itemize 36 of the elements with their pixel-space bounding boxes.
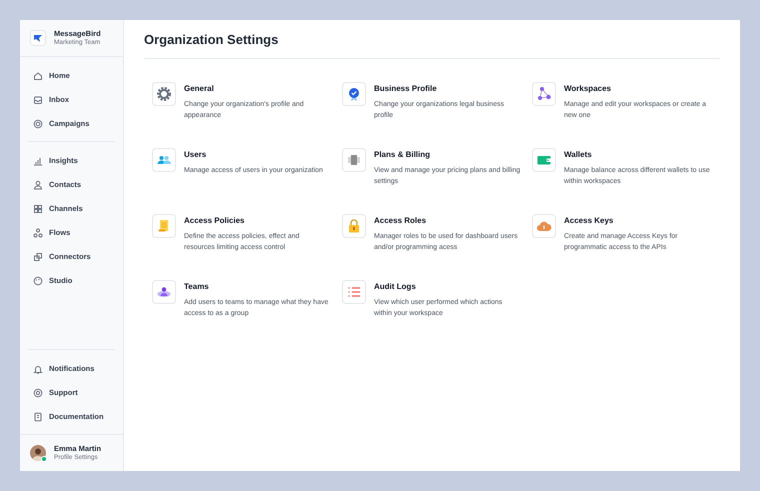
connector-icon	[33, 252, 43, 262]
support-icon	[33, 388, 43, 398]
grid-icon	[33, 204, 43, 214]
setting-title-link[interactable]: Access Keys	[564, 214, 712, 227]
verified-badge-icon	[342, 82, 366, 106]
scroll-icon	[152, 214, 176, 238]
setting-title-link[interactable]: Business Profile	[374, 82, 522, 95]
page-title: Organization Settings	[144, 20, 720, 59]
bell-icon	[33, 364, 43, 374]
bar-chart-icon	[33, 156, 43, 166]
users-icon	[152, 148, 176, 172]
setting-title-link[interactable]: Plans & Billing	[374, 148, 522, 161]
padlock-icon	[342, 214, 366, 238]
flow-icon	[33, 228, 43, 238]
card-stack-icon	[342, 148, 366, 172]
setting-title-link[interactable]: Wallets	[564, 148, 712, 161]
gear-icon	[152, 82, 176, 106]
nodes-icon	[532, 82, 556, 106]
setting-title-link[interactable]: Audit Logs	[374, 280, 522, 293]
team-icon	[152, 280, 176, 304]
setting-title-link[interactable]: Access Roles	[374, 214, 522, 227]
target-icon	[33, 119, 43, 129]
setting-title-link[interactable]: Workspaces	[564, 82, 712, 95]
logo-icon	[30, 30, 46, 46]
setting-title-link[interactable]: General	[184, 82, 332, 95]
avatar[interactable]	[30, 445, 46, 461]
document-icon	[33, 412, 43, 422]
wallet-icon	[532, 148, 556, 172]
setting-title-link[interactable]: Teams	[184, 280, 332, 293]
home-icon	[33, 71, 43, 81]
setting-title-link[interactable]: Users	[184, 148, 323, 161]
setting-title-link[interactable]: Access Policies	[184, 214, 332, 227]
inbox-icon	[33, 95, 43, 105]
cloud-icon	[532, 214, 556, 238]
person-icon	[33, 180, 43, 190]
list-icon	[342, 280, 366, 304]
